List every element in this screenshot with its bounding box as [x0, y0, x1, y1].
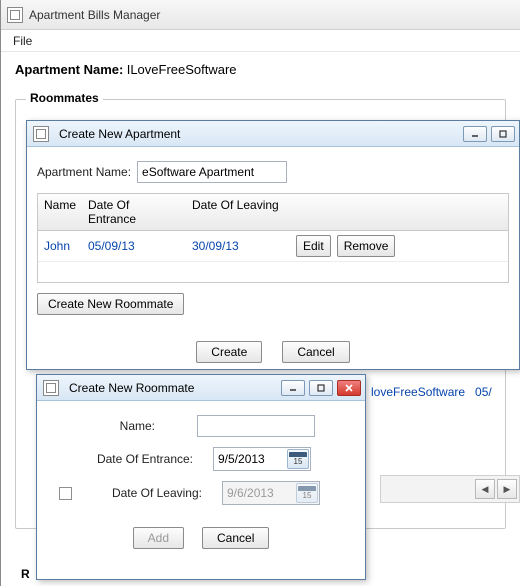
truncated-label: R	[21, 567, 30, 581]
create-new-roommate-button[interactable]: Create New Roommate	[37, 293, 184, 315]
leaving-date-field: 15	[222, 481, 320, 505]
cancel-button[interactable]: Cancel	[282, 341, 349, 363]
create-roommate-window-controls	[281, 380, 361, 396]
background-row-name: loveFreeSoftware	[371, 385, 465, 399]
scroll-right-button[interactable]: ▶	[497, 479, 517, 499]
name-row: Name:	[47, 415, 355, 437]
maximize-icon	[316, 383, 326, 393]
entrance-date-field[interactable]: 15	[213, 447, 311, 471]
main-titlebar: Apartment Bills Manager	[1, 0, 520, 30]
minimize-button[interactable]	[281, 380, 305, 396]
minimize-icon	[470, 129, 480, 139]
leaving-row: Date Of Leaving: 15	[47, 481, 355, 505]
maximize-icon	[498, 129, 508, 139]
entrance-date-input[interactable]	[214, 449, 286, 469]
menubar: File	[1, 30, 520, 52]
cell-name: John	[38, 235, 82, 257]
calendar-icon[interactable]: 15	[287, 449, 309, 469]
col-entrance[interactable]: Date Of Entrance	[82, 194, 186, 230]
cell-leaving: 30/09/13	[186, 235, 290, 257]
cell-actions: Edit Remove	[290, 231, 401, 261]
close-button[interactable]	[337, 380, 361, 396]
create-apartment-dialog: Create New Apartment Apartment Name: Nam…	[26, 120, 520, 370]
horizontal-scrollbar[interactable]: ◀ ▶	[380, 475, 520, 503]
apartment-label: Apartment Name:	[15, 62, 123, 77]
roommates-table: Name Date Of Entrance Date Of Leaving Jo…	[37, 193, 509, 283]
menu-file[interactable]: File	[7, 32, 38, 50]
leaving-date-input	[223, 483, 295, 503]
create-apartment-body: Apartment Name: Name Date Of Entrance Da…	[27, 147, 519, 373]
dialog-icon	[43, 380, 59, 396]
roommates-table-header: Name Date Of Entrance Date Of Leaving	[38, 194, 508, 231]
name-label: Name:	[97, 419, 155, 433]
maximize-button[interactable]	[309, 380, 333, 396]
cancel-button[interactable]: Cancel	[202, 527, 269, 549]
create-roommate-row: Create New Roommate	[37, 293, 509, 315]
app-icon	[7, 7, 23, 23]
col-actions	[290, 194, 508, 230]
create-button[interactable]: Create	[196, 341, 262, 363]
create-apartment-title: Create New Apartment	[59, 127, 180, 141]
chevron-left-icon: ◀	[482, 484, 489, 495]
maximize-button[interactable]	[491, 126, 515, 142]
apartment-header: Apartment Name: ILoveFreeSoftware	[15, 62, 506, 77]
scroll-left-button[interactable]: ◀	[475, 479, 495, 499]
minimize-icon	[288, 383, 298, 393]
col-leaving[interactable]: Date Of Leaving	[186, 194, 290, 230]
create-roommate-titlebar: Create New Roommate	[37, 375, 365, 401]
apartment-name-row: Apartment Name:	[37, 161, 509, 183]
name-input[interactable]	[197, 415, 315, 437]
roommates-legend: Roommates	[26, 91, 103, 105]
background-row-date: 05/	[475, 385, 492, 399]
entrance-label: Date Of Entrance:	[77, 452, 193, 466]
dialog-icon	[33, 126, 49, 142]
cell-entrance: 05/09/13	[82, 235, 186, 257]
table-row[interactable]: John 05/09/13 30/09/13 Edit Remove	[38, 231, 508, 262]
leaving-checkbox[interactable]	[59, 487, 72, 500]
leaving-label: Date Of Leaving:	[84, 486, 202, 500]
close-icon	[344, 383, 354, 393]
apartment-name-label: Apartment Name:	[37, 165, 131, 179]
apartment-name-input[interactable]	[137, 161, 287, 183]
main-title: Apartment Bills Manager	[29, 8, 160, 22]
calendar-icon: 15	[296, 483, 318, 503]
create-apartment-titlebar: Create New Apartment	[27, 121, 519, 147]
chevron-right-icon: ▶	[504, 484, 511, 495]
create-apartment-window-controls	[463, 126, 515, 142]
create-apartment-actions: Create Cancel	[37, 341, 509, 363]
create-roommate-dialog: Create New Roommate Name: Date Of Entran…	[36, 374, 366, 580]
create-roommate-body: Name: Date Of Entrance: 15 Date Of Leavi…	[37, 401, 365, 559]
apartment-value: ILoveFreeSoftware	[127, 62, 237, 77]
create-roommate-title: Create New Roommate	[69, 381, 194, 395]
col-name[interactable]: Name	[38, 194, 82, 230]
remove-button[interactable]: Remove	[337, 235, 396, 257]
entrance-row: Date Of Entrance: 15	[47, 447, 355, 471]
add-button: Add	[133, 527, 184, 549]
edit-button[interactable]: Edit	[296, 235, 331, 257]
background-row: loveFreeSoftware 05/	[371, 385, 492, 399]
minimize-button[interactable]	[463, 126, 487, 142]
create-roommate-actions: Add Cancel	[47, 527, 355, 549]
